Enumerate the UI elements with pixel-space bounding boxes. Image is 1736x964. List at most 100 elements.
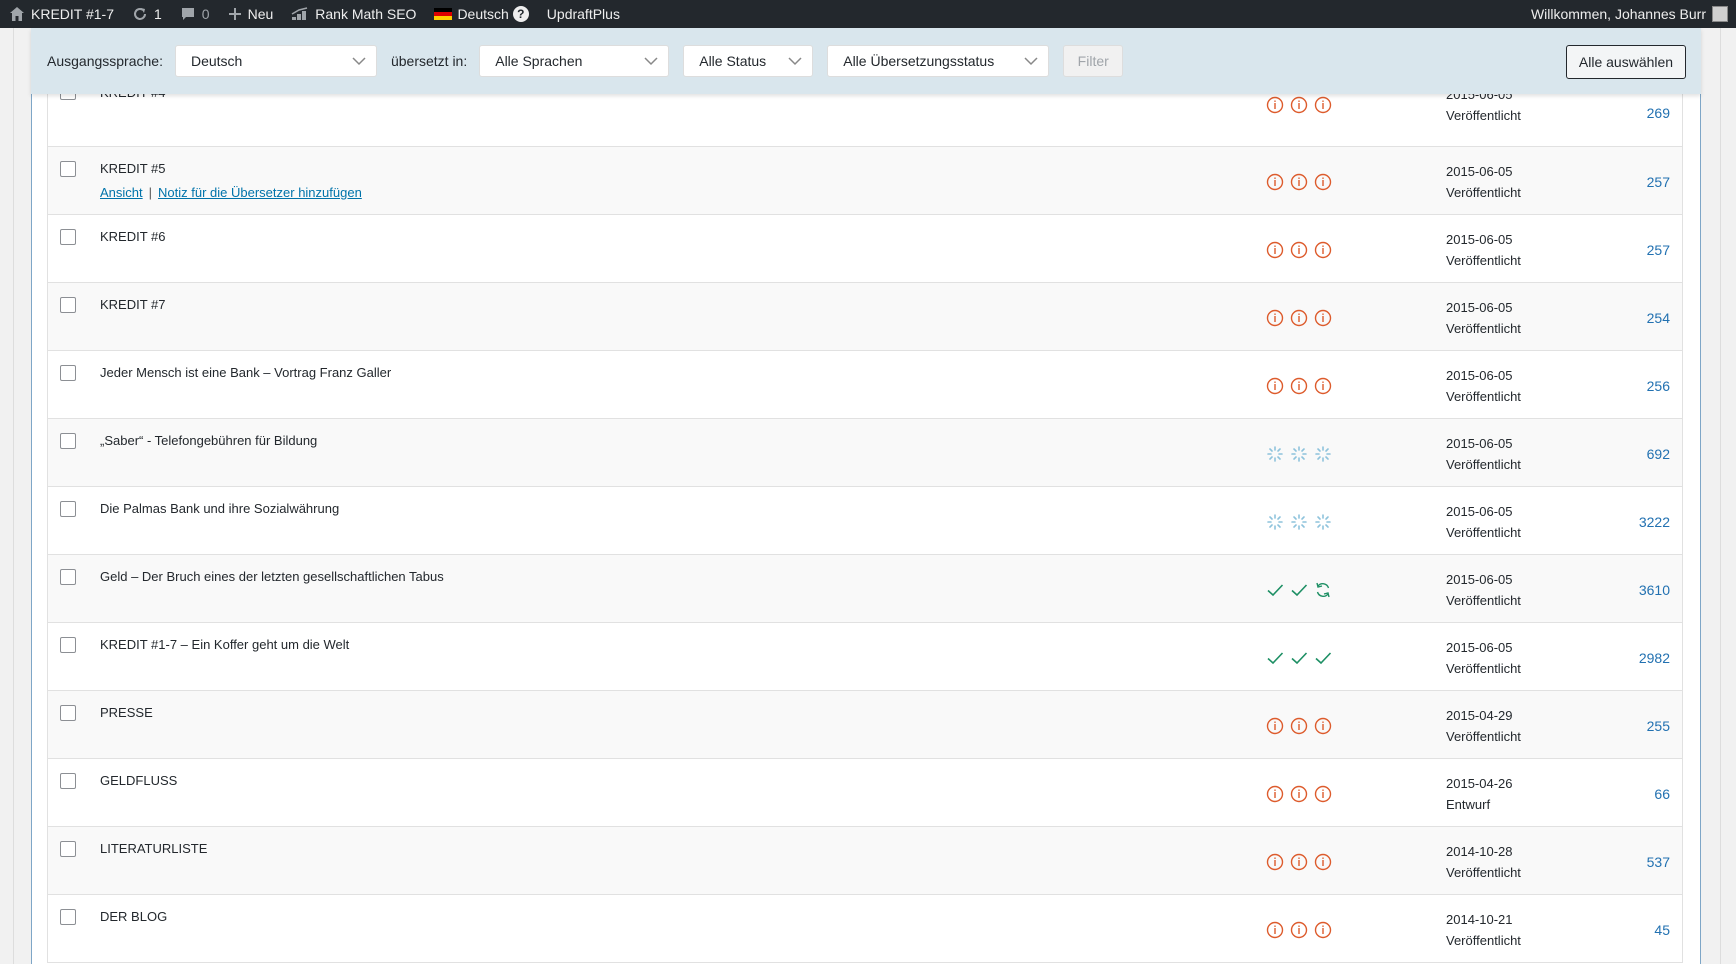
translated-check-icon[interactable] [1266, 649, 1284, 667]
rank-math-label: Rank Math SEO [315, 6, 417, 22]
needs-translation-icon[interactable] [1266, 241, 1284, 259]
translated-check-icon[interactable] [1266, 581, 1284, 599]
row-checkbox[interactable] [60, 433, 76, 449]
post-title[interactable]: „Saber“ - Telefongebühren für Bildung [100, 433, 317, 448]
needs-translation-icon[interactable] [1290, 309, 1308, 327]
right-page-edge [1720, 28, 1736, 964]
site-menu[interactable]: KREDIT #1-7 [0, 0, 123, 28]
post-title[interactable]: Jeder Mensch ist eine Bank – Vortrag Fra… [100, 365, 391, 380]
needs-translation-icon[interactable] [1290, 785, 1308, 803]
needs-translation-icon[interactable] [1314, 853, 1332, 871]
word-count: 692 [1646, 446, 1670, 462]
needs-translation-icon[interactable] [1290, 921, 1308, 939]
in-progress-icon[interactable] [1266, 445, 1284, 463]
new-label: Neu [247, 6, 274, 22]
row-actions: Ansicht | Notiz für die Übersetzer hinzufü… [100, 185, 362, 200]
post-title[interactable]: GELDFLUSS [100, 773, 177, 788]
row-checkbox[interactable] [60, 773, 76, 789]
needs-translation-icon[interactable] [1266, 921, 1284, 939]
row-checkbox[interactable] [60, 365, 76, 381]
status-select[interactable]: Alle Status [683, 45, 814, 77]
needs-translation-icon[interactable] [1314, 241, 1332, 259]
updraftplus-menu[interactable]: UpdraftPlus [538, 0, 629, 28]
filter-button[interactable]: Filter [1063, 45, 1124, 77]
row-checkbox[interactable] [60, 229, 76, 245]
needs-translation-icon[interactable] [1290, 853, 1308, 871]
needs-translation-icon[interactable] [1314, 96, 1332, 114]
help-icon[interactable]: ? [512, 6, 529, 22]
needs-translation-icon[interactable] [1266, 309, 1284, 327]
language-menu[interactable]: Deutsch ? [425, 0, 537, 28]
row-checkbox[interactable] [60, 841, 76, 857]
post-title[interactable]: DER BLOG [100, 909, 167, 924]
needs-translation-icon[interactable] [1290, 96, 1308, 114]
home-icon [9, 6, 25, 22]
chevron-down-icon [788, 53, 802, 69]
post-title[interactable]: KREDIT #6 [100, 229, 166, 244]
post-title[interactable]: PRESSE [100, 705, 153, 720]
target-language-select[interactable]: Alle Sprachen [479, 45, 670, 77]
row-checkbox[interactable] [60, 569, 76, 585]
date-value: 2014-10-28 [1446, 844, 1513, 859]
site-name: KREDIT #1-7 [31, 6, 114, 22]
needs-translation-icon[interactable] [1290, 173, 1308, 191]
in-progress-icon[interactable] [1290, 445, 1308, 463]
date-value: 2015-06-05 [1446, 640, 1513, 655]
row-checkbox[interactable] [60, 909, 76, 925]
select-all-button[interactable]: Alle auswählen [1566, 45, 1686, 79]
in-progress-icon[interactable] [1314, 513, 1332, 531]
needs-translation-icon[interactable] [1314, 173, 1332, 191]
date-value: 2015-06-05 [1446, 368, 1513, 383]
view-link[interactable]: Ansicht [100, 185, 143, 200]
needs-update-icon[interactable] [1314, 581, 1332, 599]
table-row: Jeder Mensch ist eine Bank – Vortrag Fra… [48, 351, 1682, 419]
needs-translation-icon[interactable] [1314, 309, 1332, 327]
needs-translation-icon[interactable] [1290, 717, 1308, 735]
row-checkbox[interactable] [60, 161, 76, 177]
post-title[interactable]: KREDIT #5 [100, 161, 166, 176]
table-row: KREDIT #1-7 – Ein Koffer geht um die Wel… [48, 623, 1682, 691]
rank-math-menu[interactable]: Rank Math SEO [282, 0, 425, 28]
row-checkbox[interactable] [60, 637, 76, 653]
row-checkbox[interactable] [60, 297, 76, 313]
new-content-menu[interactable]: Neu [219, 0, 283, 28]
translation-status-icons [1266, 377, 1332, 395]
account-menu[interactable]: Willkommen, Johannes Burr [1531, 6, 1736, 22]
in-progress-icon[interactable] [1266, 513, 1284, 531]
add-translator-note-link[interactable]: Notiz für die Übersetzer hinzufügen [158, 185, 362, 200]
post-title[interactable]: LITERATURLISTE [100, 841, 207, 856]
needs-translation-icon[interactable] [1266, 377, 1284, 395]
needs-translation-icon[interactable] [1314, 717, 1332, 735]
needs-translation-icon[interactable] [1314, 921, 1332, 939]
post-title[interactable]: Geld – Der Bruch eines der letzten gesel… [100, 569, 444, 584]
translated-check-icon[interactable] [1314, 649, 1332, 667]
translation-status-select[interactable]: Alle Übersetzungsstatus [827, 45, 1050, 77]
post-title[interactable]: KREDIT #1-7 – Ein Koffer geht um die Wel… [100, 637, 349, 652]
date-value: 2015-06-05 [1446, 572, 1513, 587]
post-title[interactable]: Die Palmas Bank und ihre Sozialwährung [100, 501, 339, 516]
table-row: LITERATURLISTE 2014-10-28 Veröffentlicht 53… [48, 827, 1682, 895]
needs-translation-icon[interactable] [1266, 717, 1284, 735]
row-checkbox[interactable] [60, 501, 76, 517]
translation-status-value: Alle Übersetzungsstatus [843, 53, 995, 69]
translated-check-icon[interactable] [1290, 581, 1308, 599]
needs-translation-icon[interactable] [1290, 377, 1308, 395]
in-progress-icon[interactable] [1290, 513, 1308, 531]
source-language-select[interactable]: Deutsch [174, 45, 377, 77]
translation-status-icons [1266, 309, 1332, 327]
needs-translation-icon[interactable] [1266, 96, 1284, 114]
needs-translation-icon[interactable] [1266, 853, 1284, 871]
post-title[interactable]: KREDIT #7 [100, 297, 166, 312]
translated-check-icon[interactable] [1290, 649, 1308, 667]
needs-translation-icon[interactable] [1266, 173, 1284, 191]
in-progress-icon[interactable] [1314, 445, 1332, 463]
updates-menu[interactable]: 1 [123, 0, 171, 28]
needs-translation-icon[interactable] [1266, 785, 1284, 803]
needs-translation-icon[interactable] [1314, 377, 1332, 395]
translation-status-icons [1266, 581, 1332, 599]
needs-translation-icon[interactable] [1314, 785, 1332, 803]
left-page-edge [0, 28, 14, 964]
comments-menu[interactable]: 0 [171, 0, 219, 28]
needs-translation-icon[interactable] [1290, 241, 1308, 259]
row-checkbox[interactable] [60, 705, 76, 721]
